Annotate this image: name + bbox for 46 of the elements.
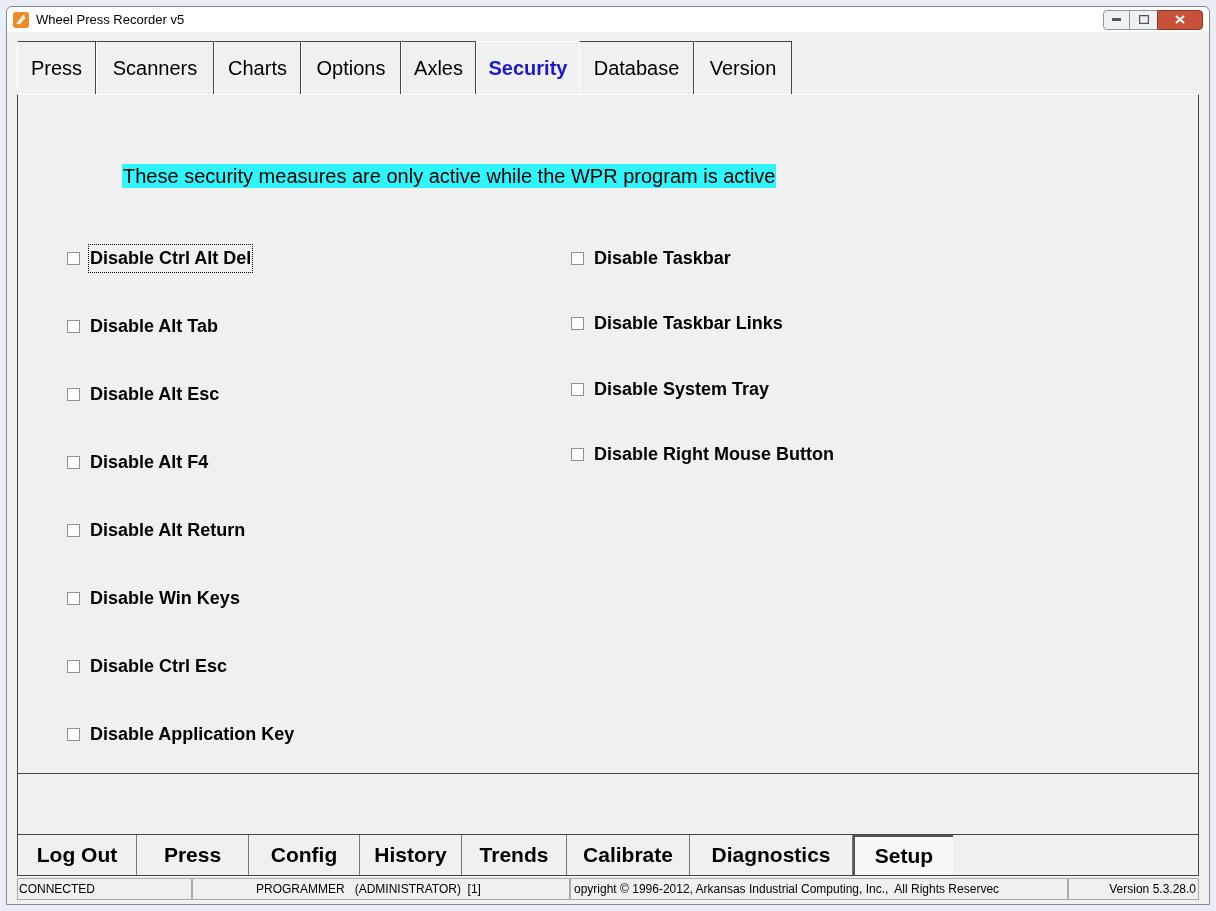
- tab[interactable]: Press: [17, 41, 96, 94]
- checkbox-label[interactable]: Disable Win Keys: [89, 584, 241, 612]
- checkbox[interactable]: [571, 448, 584, 461]
- checkbox-label[interactable]: Disable Ctrl Esc: [89, 652, 229, 680]
- checkbox[interactable]: [571, 317, 584, 330]
- checkbox-label[interactable]: Disable Ctrl Alt Del: [89, 244, 253, 272]
- tab[interactable]: Database: [579, 41, 694, 94]
- minimize-button[interactable]: [1103, 9, 1130, 30]
- checkbox[interactable]: [67, 591, 80, 605]
- checkbox[interactable]: [67, 251, 80, 265]
- checkbox-label[interactable]: Disable Alt Return: [89, 516, 247, 544]
- checkbox-label[interactable]: Disable Right Mouse Button: [593, 441, 835, 468]
- close-icon: [1175, 15, 1185, 24]
- checkbox-label[interactable]: Disable Taskbar: [593, 244, 732, 272]
- tab[interactable]: Axles: [401, 41, 476, 94]
- checkbox[interactable]: [571, 251, 584, 265]
- tab[interactable]: Version: [694, 41, 792, 94]
- checkbox-label[interactable]: Disable Alt Esc: [89, 380, 221, 408]
- status-version: Version 5.3.28.0: [1068, 878, 1199, 900]
- nav-button[interactable]: Setup: [853, 835, 953, 875]
- tab[interactable]: Charts: [214, 41, 301, 94]
- checkbox[interactable]: [67, 659, 80, 673]
- checkbox-label[interactable]: Disable System Tray: [593, 375, 771, 403]
- status-connection: CONNECTED: [17, 878, 192, 900]
- maximize-icon: [1138, 15, 1149, 24]
- tab[interactable]: Options: [301, 41, 401, 94]
- checkbox[interactable]: [67, 523, 80, 537]
- tab[interactable]: Security: [476, 41, 579, 94]
- checkbox[interactable]: [67, 455, 80, 469]
- window-title: Wheel Press Recorder v5: [36, 10, 185, 29]
- app-icon: [12, 10, 30, 29]
- status-user: PROGRAMMER (ADMINISTRATOR) [1]: [192, 878, 570, 900]
- checkbox[interactable]: [67, 387, 80, 401]
- minimize-icon: [1112, 18, 1121, 21]
- checkbox[interactable]: [571, 382, 584, 396]
- checkbox[interactable]: [67, 319, 80, 333]
- status-copyright: opyright © 1996-2012, Arkansas Industrial Computing, Inc., All Rights Reservec: [570, 878, 1068, 900]
- checkbox-label[interactable]: Disable Alt F4: [89, 448, 210, 476]
- close-button[interactable]: [1157, 9, 1203, 30]
- checkbox-label[interactable]: Disable Application Key: [89, 720, 296, 748]
- checkbox-label[interactable]: Disable Alt Tab: [89, 312, 220, 340]
- maximize-button[interactable]: [1130, 9, 1157, 30]
- checkbox-label[interactable]: Disable Taskbar Links: [593, 310, 784, 337]
- checkbox[interactable]: [67, 727, 80, 741]
- notice-banner: These security measures are only active while the WPR program is active: [122, 164, 777, 188]
- tab[interactable]: Scanners: [96, 41, 214, 94]
